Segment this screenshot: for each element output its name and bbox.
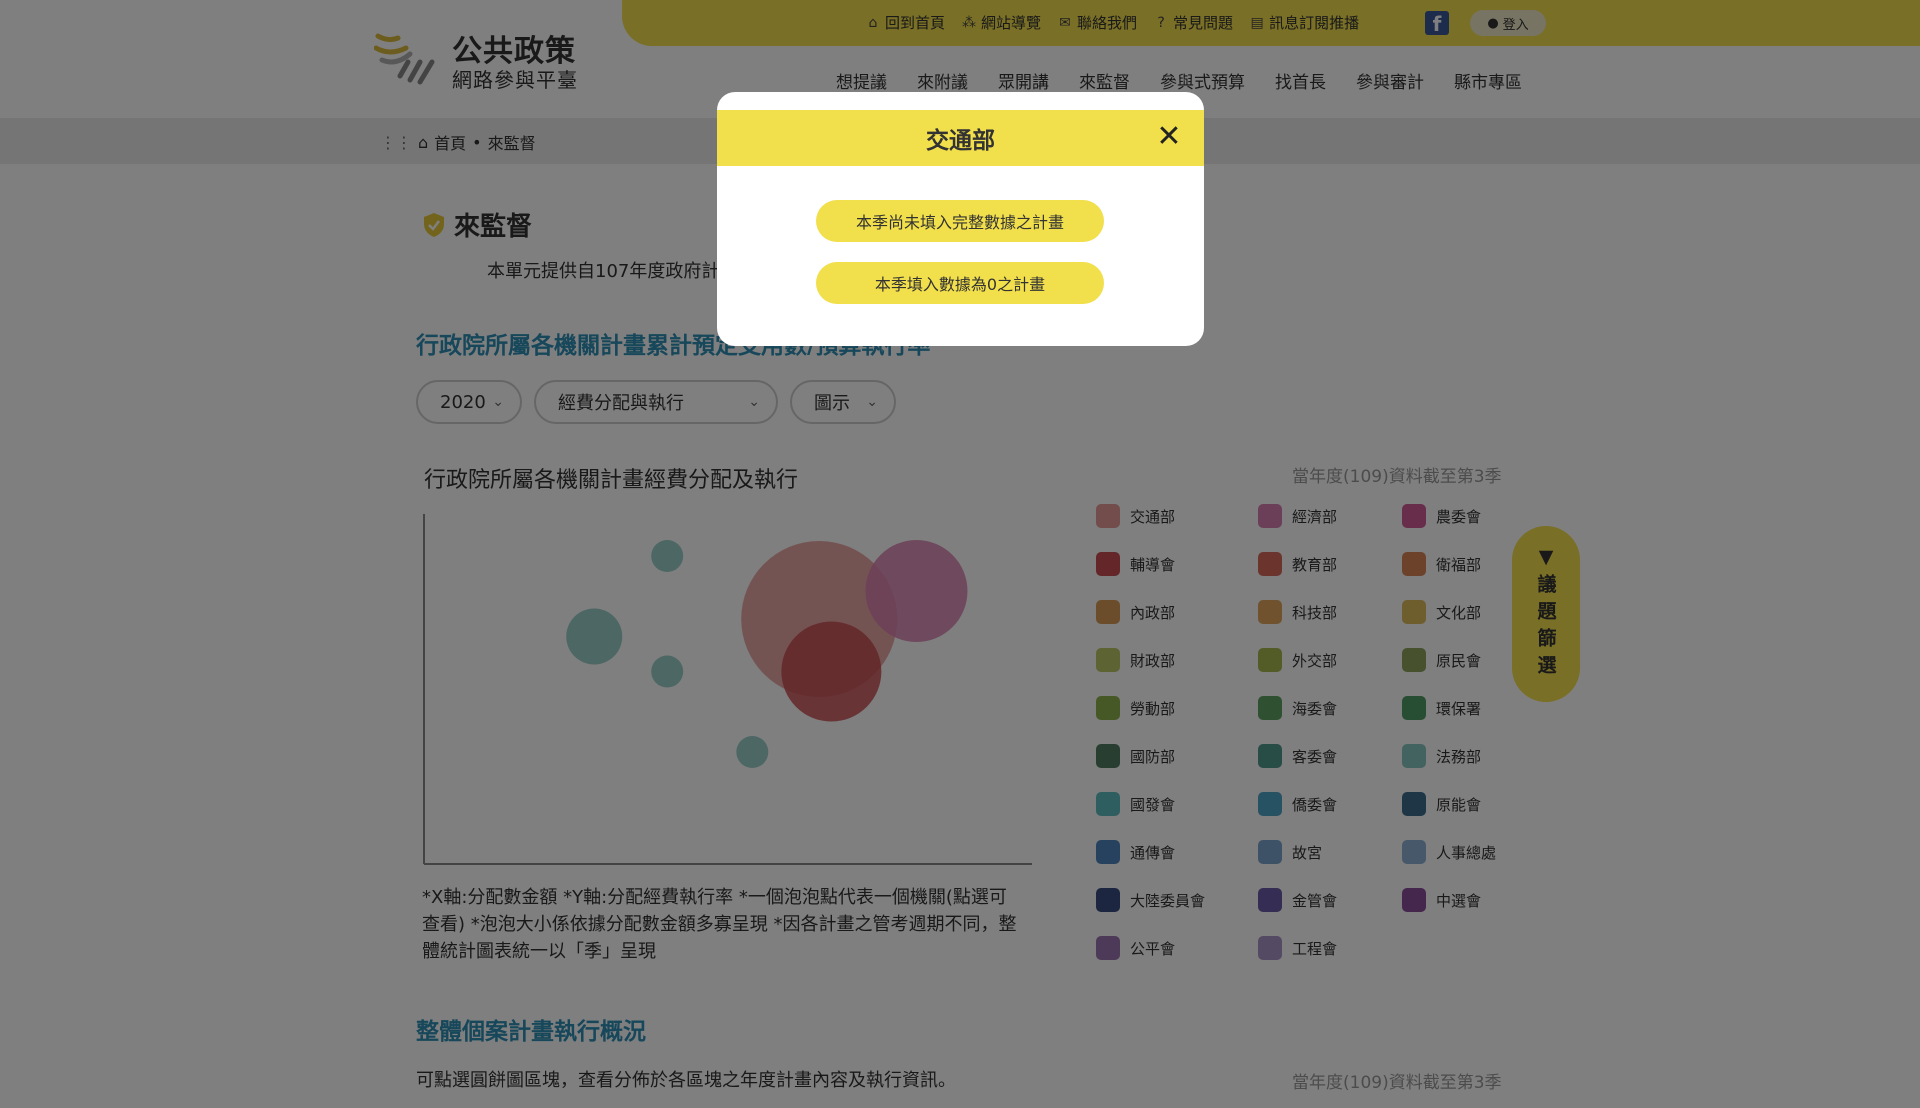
modal-title: 交通部 — [926, 128, 995, 154]
zero-data-projects-button[interactable]: 本季填入數據為0之計畫 — [816, 262, 1104, 304]
close-icon[interactable]: ✕ — [1154, 122, 1184, 152]
incomplete-data-projects-button[interactable]: 本季尚未填入完整數據之計畫 — [816, 200, 1104, 242]
modal-header: 交通部 ✕ — [717, 110, 1204, 166]
agency-modal: 交通部 ✕ 本季尚未填入完整數據之計畫 本季填入數據為0之計畫 — [717, 92, 1204, 346]
